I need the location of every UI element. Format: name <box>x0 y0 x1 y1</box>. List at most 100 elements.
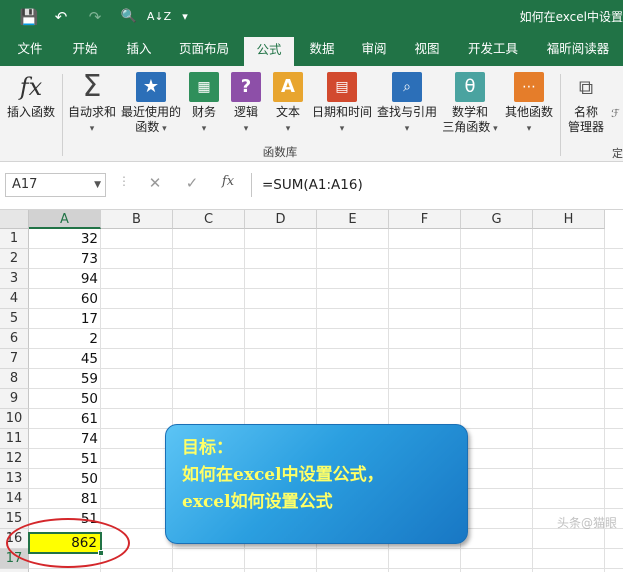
column-header-h[interactable]: H <box>533 210 605 229</box>
math-trig-label-1: 数学和 <box>451 105 488 119</box>
row-header-14[interactable]: 14 <box>0 489 29 509</box>
tab-home[interactable]: 开始 <box>62 34 108 66</box>
cell-a7[interactable]: 45 <box>29 349 101 369</box>
define-name-partial-icon[interactable]: ℱ <box>608 106 623 121</box>
column-header-b[interactable]: B <box>101 210 173 229</box>
grid-row-line <box>29 268 623 269</box>
cell-a6[interactable]: 2 <box>29 329 101 349</box>
sigma-icon: Σ <box>82 69 102 104</box>
row-header-1[interactable]: 1 <box>0 229 29 249</box>
grid-row-line <box>29 408 623 409</box>
cell-a12[interactable]: 51 <box>29 449 101 469</box>
row-header-6[interactable]: 6 <box>0 329 29 349</box>
insert-function-button[interactable]: fx 插入函数 <box>4 72 58 120</box>
tab-file[interactable]: 文件 <box>8 34 52 66</box>
customize-quick-access-icon[interactable]: ▾ <box>178 7 192 27</box>
row-header-11[interactable]: 11 <box>0 429 29 449</box>
row-header-5[interactable]: 5 <box>0 309 29 329</box>
name-manager-button[interactable]: ⧉ 名称 管理器 <box>564 72 608 135</box>
cell-a10[interactable]: 61 <box>29 409 101 429</box>
row-header-10[interactable]: 10 <box>0 409 29 429</box>
recently-used-button[interactable]: ★ 最近使用的 函数 ▾ <box>120 72 182 137</box>
more-functions-button[interactable]: ⋯ 其他函数 ▾ <box>502 72 556 137</box>
tab-view[interactable]: 视图 <box>404 34 450 66</box>
tab-developer[interactable]: 开发工具 <box>460 34 526 66</box>
tab-data[interactable]: 数据 <box>300 34 344 66</box>
financial-icon: ▦ <box>189 72 219 102</box>
row-header-9[interactable]: 9 <box>0 389 29 409</box>
row-header-3[interactable]: 3 <box>0 269 29 289</box>
autosum-button[interactable]: Σ 自动求和 ▾ <box>66 72 118 137</box>
tab-insert[interactable]: 插入 <box>116 34 162 66</box>
lookup-reference-label: 查找与引用 <box>376 105 437 119</box>
row-header-13[interactable]: 13 <box>0 469 29 489</box>
column-header-a[interactable]: A <box>29 210 101 229</box>
column-header-e[interactable]: E <box>317 210 389 229</box>
name-tag-icon: ⧉ <box>578 75 594 99</box>
cell-a3[interactable]: 94 <box>29 269 101 289</box>
grid-row-line <box>29 368 623 369</box>
annotation-callout: 目标： 如何在excel中设置公式， excel如何设置公式 <box>165 424 468 544</box>
name-manager-label-2: 管理器 <box>567 120 604 134</box>
column-header-g[interactable]: G <box>461 210 533 229</box>
cell-a1[interactable]: 32 <box>29 229 101 249</box>
chevron-down-icon[interactable]: ▼ <box>94 174 101 196</box>
grid-row-line <box>29 348 623 349</box>
star-book-icon: ★ <box>136 72 166 102</box>
redo-icon[interactable]: ↷ <box>84 7 106 27</box>
logical-button[interactable]: ? 逻辑 ▾ <box>228 72 264 137</box>
column-header-f[interactable]: F <box>389 210 461 229</box>
cell-a9[interactable]: 50 <box>29 389 101 409</box>
grid-column-line <box>532 229 533 572</box>
cell-a2[interactable]: 73 <box>29 249 101 269</box>
grid-row-line <box>29 568 623 569</box>
save-icon[interactable]: 💾 <box>18 7 40 27</box>
tab-review[interactable]: 审阅 <box>352 34 396 66</box>
cell-a5[interactable]: 17 <box>29 309 101 329</box>
ribbon-tabs: 文件 开始 插入 页面布局 公式 数据 审阅 视图 开发工具 福昕阅读器 <box>0 34 623 66</box>
callout-line-3: excel如何设置公式 <box>182 492 333 512</box>
title-bar: 💾 ↶ ↷ 🔍 A↓Z ▾ 如何在excel中设置 <box>0 0 623 34</box>
cell-a4[interactable]: 60 <box>29 289 101 309</box>
math-trig-button[interactable]: θ 数学和 三角函数 ▾ <box>440 72 500 137</box>
insert-function-fx-icon[interactable]: fx <box>216 174 240 189</box>
select-all-corner[interactable] <box>0 210 29 229</box>
undo-icon[interactable]: ↶ <box>50 7 72 27</box>
financial-button[interactable]: ▦ 财务 ▾ <box>186 72 222 137</box>
datetime-label: 日期和时间 <box>311 105 372 119</box>
recently-used-label-1: 最近使用的 <box>120 105 181 119</box>
sort-icon[interactable]: A↓Z <box>146 7 172 27</box>
row-header-8[interactable]: 8 <box>0 369 29 389</box>
math-trig-label-2: 三角函数 <box>442 120 491 134</box>
name-box[interactable]: A17 ▼ <box>5 173 106 197</box>
confirm-icon[interactable]: ✓ <box>180 174 204 192</box>
ribbon-formulas: fx 插入函数 Σ 自动求和 ▾ ★ 最近使用的 函数 ▾ ▦ 财务 ▾ ? 逻辑 ▾… <box>0 66 623 162</box>
theta-book-icon: θ <box>455 72 485 102</box>
grid-row-line <box>29 288 623 289</box>
cell-a14[interactable]: 81 <box>29 489 101 509</box>
tab-page-layout[interactable]: 页面布局 <box>172 34 236 66</box>
cell-a11[interactable]: 74 <box>29 429 101 449</box>
formula-input[interactable]: =SUM(A1:A16) <box>251 173 623 197</box>
text-label: 文本 <box>275 105 300 119</box>
lookup-reference-button[interactable]: ⌕ 查找与引用 ▾ <box>376 72 438 137</box>
row-header-12[interactable]: 12 <box>0 449 29 469</box>
cell-a13[interactable]: 50 <box>29 469 101 489</box>
recently-used-label-2: 函数 <box>135 120 160 134</box>
formula-bar: A17 ▼ ⋮ ✕ ✓ fx =SUM(A1:A16) <box>0 162 623 210</box>
column-header-d[interactable]: D <box>245 210 317 229</box>
highlight-ellipse <box>6 518 130 568</box>
tab-formulas[interactable]: 公式 <box>244 37 294 66</box>
name-manager-label-1: 名称 <box>573 105 598 119</box>
text-button[interactable]: A 文本 ▾ <box>270 72 306 137</box>
row-header-4[interactable]: 4 <box>0 289 29 309</box>
row-header-2[interactable]: 2 <box>0 249 29 269</box>
column-header-c[interactable]: C <box>173 210 245 229</box>
print-preview-icon[interactable]: 🔍 <box>118 7 140 27</box>
cancel-icon[interactable]: ✕ <box>143 174 167 192</box>
tab-foxit-reader[interactable]: 福昕阅读器 <box>538 34 618 66</box>
cell-a8[interactable]: 59 <box>29 369 101 389</box>
fx-icon: fx <box>19 73 43 101</box>
datetime-button[interactable]: ▤ 日期和时间 ▾ <box>310 72 374 137</box>
row-header-7[interactable]: 7 <box>0 349 29 369</box>
